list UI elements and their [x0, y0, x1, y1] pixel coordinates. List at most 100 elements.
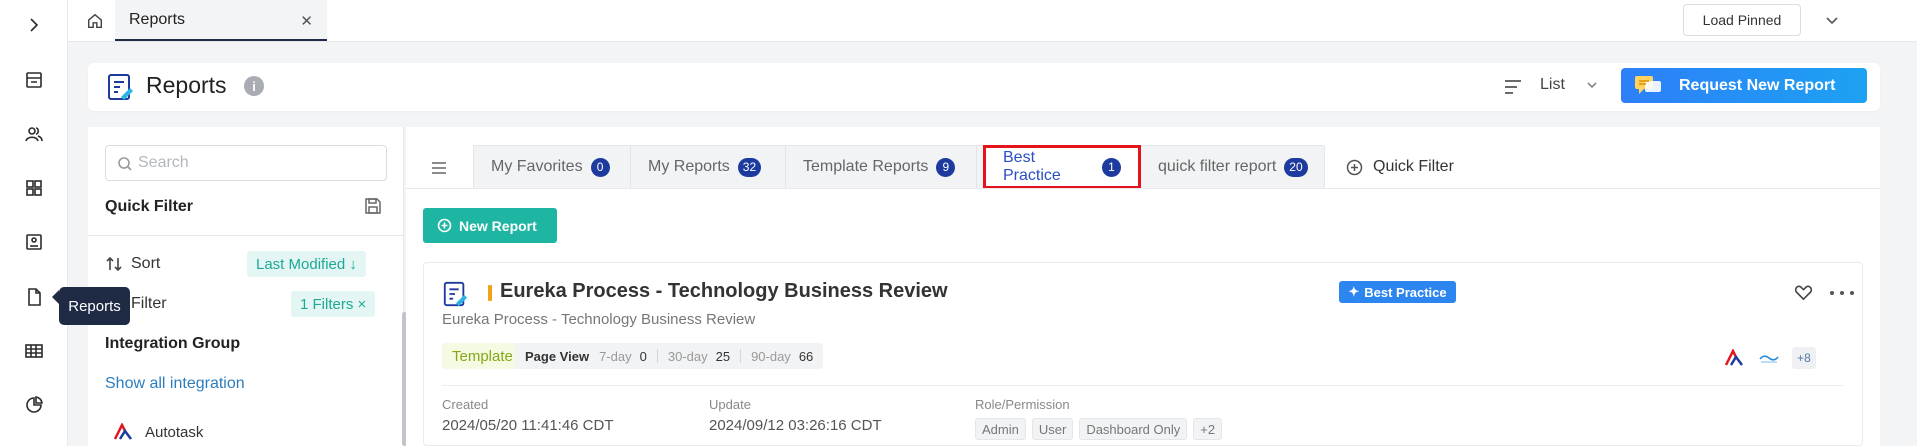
main-content: My Favorites 0 My Reports 32 Template Re… — [406, 127, 1880, 446]
created-value: 2024/05/20 11:41:46 CDT — [442, 417, 614, 434]
heart-icon[interactable] — [1794, 283, 1814, 303]
sparkle-icon: ✦ — [1348, 284, 1360, 299]
chevron-down-icon[interactable] — [1585, 78, 1601, 94]
chat-bubble-icon — [1635, 76, 1661, 94]
integration-item-label: Autotask — [145, 423, 204, 441]
ninety-day-value: 66 — [798, 348, 814, 364]
open-tab-label: Reports — [129, 10, 186, 28]
role-chip-more[interactable]: +2 — [1193, 418, 1223, 440]
tab-best-practice[interactable]: Best Practice 1 — [983, 145, 1141, 189]
report-title[interactable]: Eureka Process - Technology Business Rev… — [500, 280, 948, 303]
expand-chevron-icon[interactable] — [18, 9, 50, 41]
divider — [442, 385, 1844, 386]
quick-filter-title: Quick Filter — [105, 198, 194, 215]
priority-marker — [488, 285, 492, 301]
tab-label: My Favorites — [491, 158, 583, 175]
reports-logo-icon — [108, 74, 133, 100]
seven-day-value: 0 — [639, 348, 647, 364]
page-view-label: Page View — [525, 348, 590, 364]
reports-tooltip: Reports — [59, 287, 130, 325]
home-icon[interactable] — [82, 8, 108, 34]
role-chip: Admin — [975, 418, 1026, 440]
tab-my-reports[interactable]: My Reports 32 — [631, 146, 786, 188]
left-nav-rail — [0, 0, 68, 446]
seven-day-label: 7-day — [599, 348, 632, 364]
more-options-icon[interactable] — [1830, 283, 1854, 303]
created-label: Created — [442, 397, 489, 412]
new-report-label: New Report — [459, 217, 537, 234]
add-quick-filter-label: Quick Filter — [1373, 158, 1454, 175]
dashboard-grid-icon[interactable] — [18, 172, 50, 204]
sort-value-chip[interactable]: Last Modified ↓ — [247, 251, 366, 277]
divider — [88, 235, 404, 236]
filter-panel: Search Quick Filter Sort Last Modified ↓… — [88, 127, 407, 446]
store-icon[interactable] — [18, 64, 50, 96]
new-report-button[interactable]: New Report — [423, 208, 557, 243]
best-practice-badge: ✦ Best Practice — [1339, 281, 1456, 303]
load-pinned-button[interactable]: Load Pinned — [1683, 4, 1801, 36]
list-view-icon[interactable] — [1502, 76, 1524, 98]
info-icon[interactable]: i — [244, 76, 264, 96]
page-header: Reports i List Request New Report — [88, 63, 1880, 111]
role-chip: Dashboard Only — [1079, 418, 1188, 440]
more-integrations-badge[interactable]: +8 — [1792, 347, 1816, 369]
save-icon[interactable] — [364, 197, 384, 217]
report-logo-icon — [443, 281, 468, 307]
best-practice-badge-label: Best Practice — [1364, 284, 1447, 300]
sort-icon — [105, 255, 123, 273]
divider — [406, 188, 1880, 189]
users-icon[interactable] — [18, 118, 50, 150]
add-quick-filter-button[interactable]: Quick Filter — [1346, 158, 1454, 176]
autotask-logo-icon — [113, 423, 132, 440]
show-all-integration-link[interactable]: Show all integration — [105, 375, 245, 393]
search-input[interactable]: Search — [105, 145, 387, 181]
page-view-stats: Page View 7-day 0 30-day 25 90-day 66 — [515, 343, 824, 369]
integration-icons: +8 — [1724, 347, 1816, 369]
open-tab-reports[interactable]: Reports ✕ — [115, 0, 327, 41]
request-new-report-button[interactable]: Request New Report — [1621, 68, 1867, 103]
page-title: Reports — [146, 72, 227, 98]
report-tabs: My Favorites 0 My Reports 32 Template Re… — [473, 145, 1325, 189]
tab-label: My Reports — [648, 158, 730, 175]
integration-item-autotask[interactable]: Autotask — [113, 423, 203, 441]
ninety-day-label: 90-day — [751, 348, 791, 364]
template-tag: Template — [442, 343, 523, 369]
contact-card-icon[interactable] — [18, 226, 50, 258]
request-new-report-label: Request New Report — [1679, 76, 1836, 94]
plus-circle-icon — [1346, 159, 1363, 175]
hamburger-menu-icon[interactable] — [430, 159, 448, 177]
report-card[interactable]: Eureka Process - Technology Business Rev… — [423, 262, 1863, 446]
tab-quick-filter-report[interactable]: quick filter report 20 — [1141, 146, 1325, 188]
tab-template-reports[interactable]: Template Reports 9 — [786, 146, 977, 188]
filter-count-chip[interactable]: 1 Filters × — [291, 291, 376, 317]
tab-label: quick filter report — [1158, 158, 1277, 175]
reports-document-icon[interactable] — [18, 281, 50, 313]
chevron-down-icon[interactable] — [1820, 8, 1844, 32]
table-icon[interactable] — [18, 335, 50, 367]
autotask-logo-icon — [1724, 349, 1743, 366]
thirty-day-label: 30-day — [667, 348, 708, 364]
close-icon[interactable]: ✕ — [300, 12, 313, 30]
tab-count-badge: 9 — [936, 157, 956, 177]
tab-count-badge: 1 — [1102, 157, 1121, 177]
search-icon — [118, 157, 132, 171]
tab-label: Template Reports — [803, 158, 929, 175]
tab-count-badge: 0 — [590, 157, 610, 177]
role-chips: Admin User Dashboard Only +2 — [975, 418, 1228, 440]
update-value: 2024/09/12 03:26:16 CDT — [709, 417, 882, 434]
sort-label: Sort — [131, 255, 161, 272]
tooltip-arrow — [52, 290, 59, 304]
tab-my-favorites[interactable]: My Favorites 0 — [474, 146, 631, 188]
search-placeholder: Search — [138, 154, 189, 171]
tab-count-badge: 20 — [1284, 157, 1308, 177]
view-mode-select[interactable]: List — [1540, 76, 1565, 94]
connectwise-logo-icon — [1759, 355, 1779, 363]
top-tab-bar: Reports ✕ Load Pinned — [68, 0, 1917, 42]
role-chip: User — [1031, 418, 1074, 440]
pie-chart-icon[interactable] — [18, 389, 50, 421]
filter-label: Filter — [131, 295, 167, 312]
thirty-day-value: 25 — [715, 348, 731, 364]
role-permission-label: Role/Permission — [975, 397, 1070, 412]
report-subtitle: Eureka Process - Technology Business Rev… — [442, 311, 756, 328]
integration-group-title: Integration Group — [105, 335, 241, 352]
